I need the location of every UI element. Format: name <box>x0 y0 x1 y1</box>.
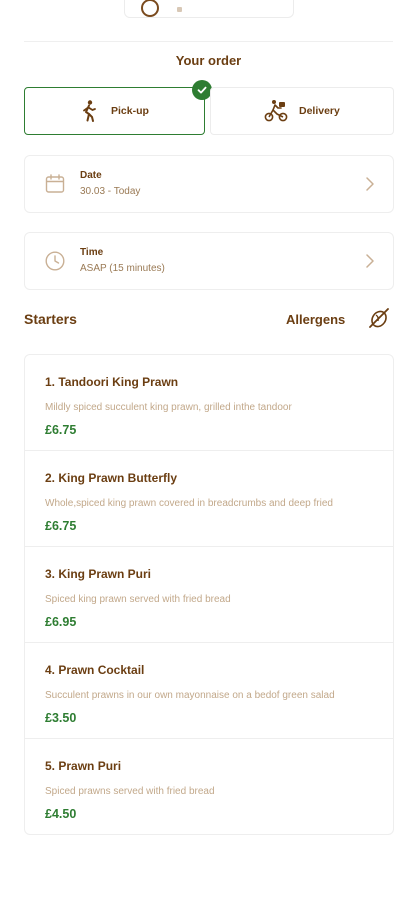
date-value: 30.03 - Today <box>80 186 141 197</box>
chevron-right-icon <box>363 176 377 192</box>
menu-item[interactable]: 3. King Prawn Puri Spiced king prawn ser… <box>25 546 393 642</box>
date-selector[interactable]: Date 30.03 - Today <box>24 155 394 213</box>
menu-item[interactable]: 5. Prawn Puri Spiced prawns served with … <box>25 738 393 834</box>
item-price: £6.75 <box>45 423 77 437</box>
calendar-icon <box>44 173 66 195</box>
pickup-label: Pick-up <box>111 105 149 117</box>
item-price: £4.50 <box>45 807 77 821</box>
time-label: Time <box>80 247 104 258</box>
allergens-button[interactable] <box>364 306 394 334</box>
order-heading: Your order <box>175 53 242 68</box>
allergen-icon <box>367 306 391 335</box>
item-description: Whole,spiced king prawn covered in bread… <box>45 498 333 509</box>
time-value: ASAP (15 minutes) <box>80 263 165 274</box>
allergens-label[interactable]: Allergens <box>286 312 345 327</box>
bicycle-courier-icon <box>264 99 288 123</box>
clock-icon <box>44 250 66 272</box>
divider <box>24 41 393 42</box>
date-label: Date <box>80 170 102 181</box>
item-name: 3. King Prawn Puri <box>45 567 152 581</box>
item-description: Spiced prawns served with fried bread <box>45 786 215 797</box>
item-price: £3.50 <box>45 711 77 725</box>
item-description: Succulent prawns in our own mayonnaise o… <box>45 690 335 701</box>
item-name: 1. Tandoori King Prawn <box>45 375 179 389</box>
menu-item[interactable]: 4. Prawn Cocktail Succulent prawns in ou… <box>25 642 393 738</box>
chevron-right-icon <box>363 253 377 269</box>
section-title: Starters <box>24 311 77 327</box>
item-name: 4. Prawn Cocktail <box>45 663 145 677</box>
item-price: £6.95 <box>45 615 77 629</box>
pickup-option[interactable]: Pick-up <box>24 87 205 135</box>
menu-item[interactable]: 2. King Prawn Butterfly Whole,spiced kin… <box>25 450 393 546</box>
time-selector[interactable]: Time ASAP (15 minutes) <box>24 232 394 290</box>
menu-list: 1. Tandoori King Prawn Mildly spiced suc… <box>24 354 394 835</box>
item-description: Spiced king prawn served with fried brea… <box>45 594 231 605</box>
delivery-label: Delivery <box>299 105 340 117</box>
menu-item[interactable]: 1. Tandoori King Prawn Mildly spiced suc… <box>25 355 393 450</box>
stub-text-fragment <box>177 7 182 12</box>
info-icon <box>141 0 159 17</box>
item-name: 5. Prawn Puri <box>45 759 122 773</box>
item-price: £6.75 <box>45 519 77 533</box>
delivery-option[interactable]: Delivery <box>210 87 394 135</box>
walking-person-icon <box>77 99 101 123</box>
item-description: Mildly spiced succulent king prawn, gril… <box>45 402 292 413</box>
restaurant-info-stub[interactable] <box>124 0 294 18</box>
selected-check-icon <box>192 80 212 100</box>
item-name: 2. King Prawn Butterfly <box>45 471 178 485</box>
